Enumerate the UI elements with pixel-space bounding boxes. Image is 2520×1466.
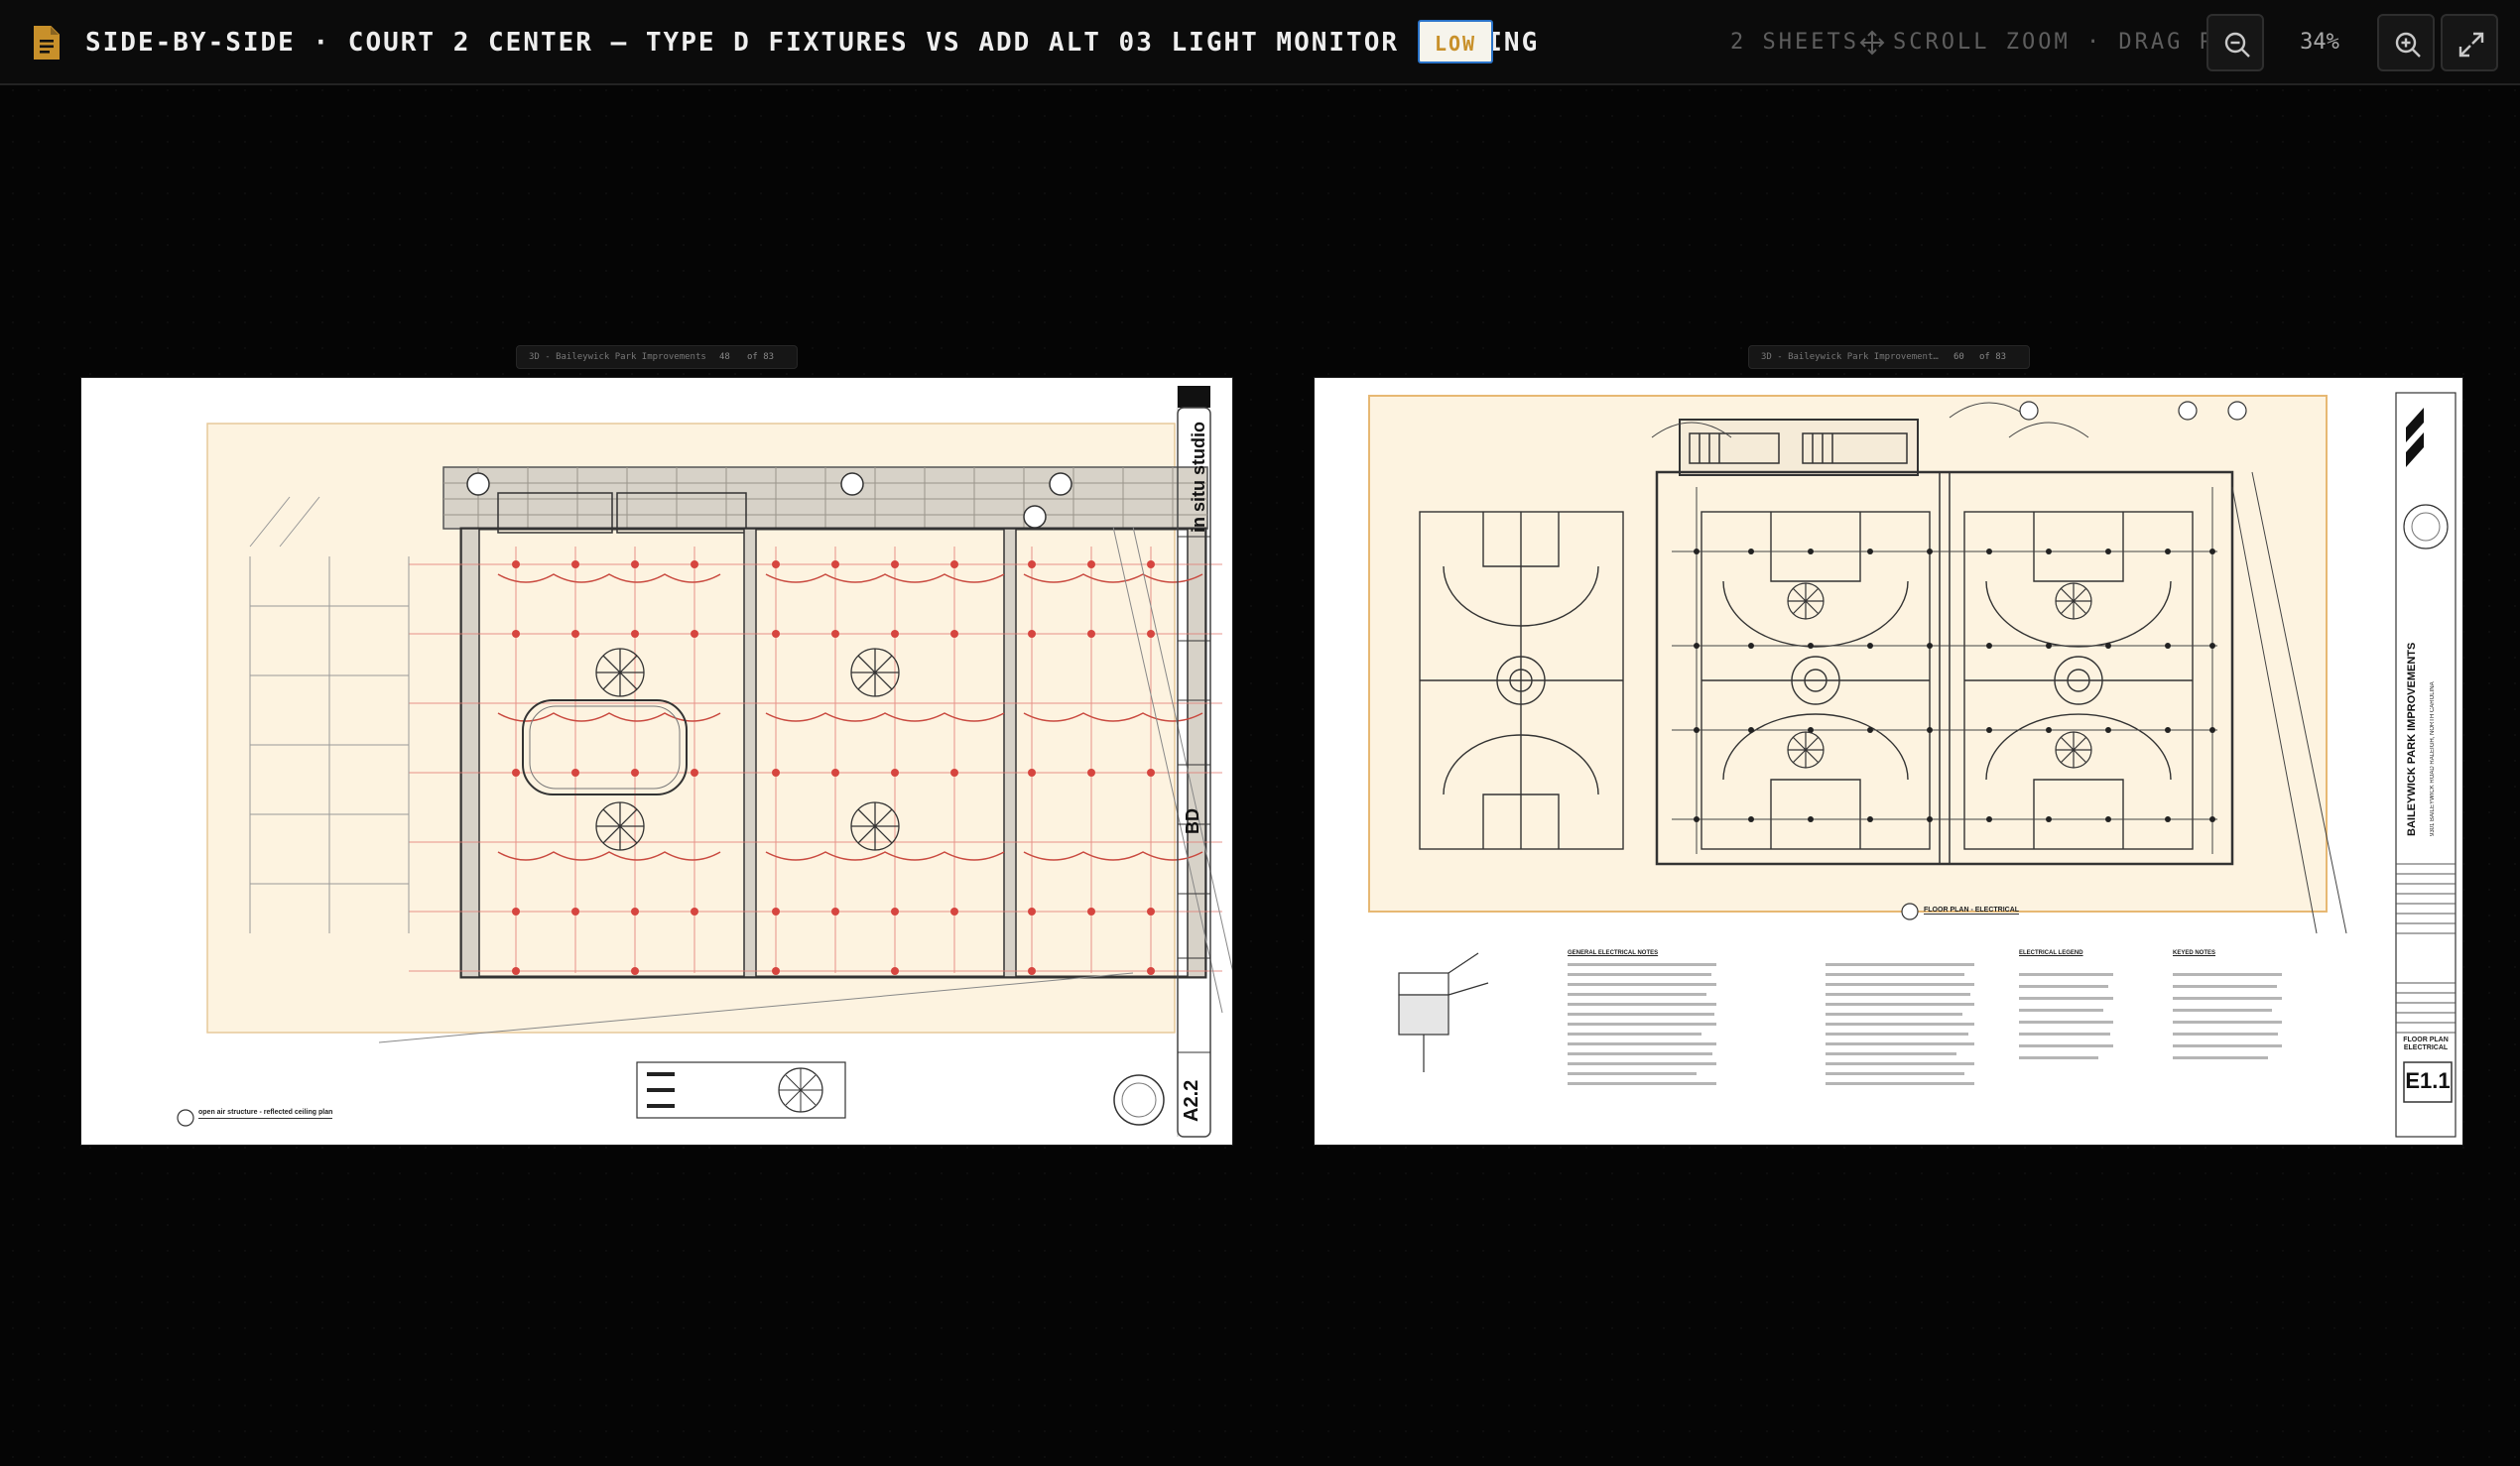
sheet-1-number: A2.2	[1181, 1079, 1202, 1122]
sheet-e1-1[interactable]: BAILEYWICK PARK IMPROVEMENTS 9301 BAILEY…	[1315, 378, 2462, 1145]
legend-heading: ELECTRICAL LEGEND	[2019, 950, 2083, 956]
interaction-hint: SCROLL ZOOM · DRAG PAN	[1893, 30, 2248, 55]
discipline-mark: BD	[1183, 808, 1202, 834]
zoom-out-button[interactable]	[2206, 14, 2264, 71]
sheet-a2-2[interactable]: in situ studio BD A2.2 open air structur…	[81, 378, 1232, 1145]
electrical-floor-plan-drawing	[1368, 392, 2457, 1138]
sheet-2-title: FLOOR PLAN ELECTRICAL	[2403, 1037, 2449, 1051]
sheet-1-plan-title: open air structure - reflected ceiling p…	[198, 1109, 333, 1119]
sheet-2-page-total: of 83	[1979, 352, 2007, 362]
sheet-2-page[interactable]: 60	[1953, 346, 1964, 368]
keyed-notes-heading: KEYED NOTES	[2173, 950, 2216, 956]
move-icon	[1859, 30, 1885, 56]
fullscreen-button[interactable]	[2441, 14, 2498, 71]
reflected-ceiling-plan-drawing	[177, 386, 1232, 1138]
project-address: 9301 BAILEYWICK ROAD RALEIGH, NORTH CARO…	[2430, 681, 2436, 836]
general-notes-heading: GENERAL ELECTRICAL NOTES	[1568, 950, 1659, 956]
sheet-1-page-total: of 83	[747, 352, 775, 362]
expand-icon	[2458, 32, 2484, 58]
sheet-1-toolbar-label: 3D - Baileywick Park Improvements	[529, 352, 706, 362]
viewer-toolbar: SIDE-BY-SIDE · COURT 2 CENTER — TYPE D F…	[0, 0, 2520, 85]
sheet-1-toolbar: 3D - Baileywick Park Improvements 48 of …	[516, 345, 798, 369]
confidence-badge: LOW	[1418, 20, 1493, 63]
document-icon	[32, 25, 62, 61]
sheet-1-page[interactable]: 48	[719, 346, 730, 368]
zoom-in-button[interactable]	[2377, 14, 2435, 71]
page-title: SIDE-BY-SIDE · COURT 2 CENTER — TYPE D F…	[85, 28, 1540, 58]
sheet-2-plan-caption: FLOOR PLAN - ELECTRICAL	[1924, 907, 2020, 915]
studio-name: in situ studio	[1189, 422, 1208, 533]
sheet-2-number: E1.1	[2405, 1068, 2451, 1093]
sheet-2-toolbar-label: 3D - Baileywick Park Improvement…	[1761, 352, 1939, 362]
zoom-out-icon	[2224, 32, 2250, 58]
sheet-2-toolbar: 3D - Baileywick Park Improvement… 60 of …	[1748, 345, 2030, 369]
zoom-level: 34%	[2300, 30, 2339, 55]
zoom-in-icon	[2395, 32, 2421, 58]
sheet-count: 2 SHEETS	[1730, 30, 1859, 55]
project-name: BAILEYWICK PARK IMPROVEMENTS	[2406, 642, 2418, 836]
